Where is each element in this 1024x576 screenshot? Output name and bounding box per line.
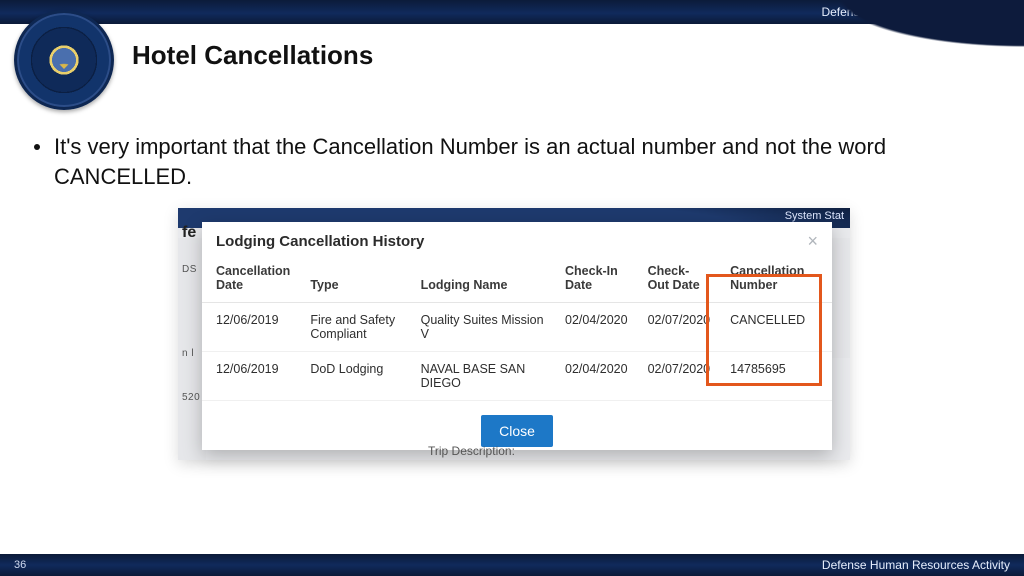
cancellation-table: Cancellation Date Type Lodging Name Chec…	[202, 258, 832, 401]
footer-bar: 36 Defense Human Resources Activity	[0, 554, 1024, 576]
cancellation-history-modal: Lodging Cancellation History × Cancellat…	[202, 222, 832, 450]
embedded-screenshot: fe System Stat DS n l 520 Lodging Cancel…	[178, 208, 850, 460]
footer-activity: Defense Human Resources Activity	[822, 558, 1010, 572]
screenshot-right-stub	[832, 238, 850, 358]
screenshot-frag-c: 520	[182, 392, 200, 403]
modal-title: Lodging Cancellation History	[216, 233, 424, 250]
col-lodging-name: Lodging Name	[411, 258, 555, 303]
bullet-list: It's very important that the Cancellatio…	[34, 132, 980, 191]
table-row: 12/06/2019 Fire and Safety Compliant Qua…	[202, 303, 832, 352]
cell-cancel-no: CANCELLED	[720, 303, 832, 352]
screenshot-frag-a: DS	[182, 264, 197, 275]
trip-description-label: Trip Description:	[428, 444, 515, 458]
modal-footer: Close	[202, 401, 832, 463]
cell-cancel-no: 14785695	[720, 352, 832, 401]
footer-swoop	[0, 518, 1024, 558]
col-type: Type	[300, 258, 410, 303]
header-bar: Defense Travel Management Office	[0, 0, 1024, 24]
cell-lodging-name: Quality Suites Mission V	[411, 303, 555, 352]
dtmo-seal-icon	[14, 10, 114, 110]
col-checkin: Check-In Date	[555, 258, 638, 303]
screenshot-frag-b: n l	[182, 348, 194, 359]
cell-checkout: 02/07/2020	[638, 352, 721, 401]
col-checkout: Check-Out Date	[638, 258, 721, 303]
col-cancel-no: Cancellation Number	[720, 258, 832, 303]
col-cancel-date: Cancellation Date	[202, 258, 300, 303]
bullet-dot-icon	[34, 144, 40, 150]
close-icon[interactable]: ×	[807, 232, 818, 250]
header-org: Defense Travel Management Office	[821, 5, 1010, 19]
page-title: Hotel Cancellations	[132, 40, 373, 71]
screenshot-system-status: System Stat	[785, 210, 844, 222]
bullet-text: It's very important that the Cancellatio…	[54, 132, 980, 191]
cell-checkin: 02/04/2020	[555, 352, 638, 401]
cell-checkin: 02/04/2020	[555, 303, 638, 352]
table-header-row: Cancellation Date Type Lodging Name Chec…	[202, 258, 832, 303]
cell-cancel-date: 12/06/2019	[202, 352, 300, 401]
modal-header: Lodging Cancellation History ×	[202, 222, 832, 258]
cell-checkout: 02/07/2020	[638, 303, 721, 352]
page-number: 36	[14, 559, 26, 571]
seal-wings-icon	[29, 42, 99, 78]
table-row: 12/06/2019 DoD Lodging NAVAL BASE SAN DI…	[202, 352, 832, 401]
bullet-item: It's very important that the Cancellatio…	[34, 132, 980, 191]
cell-cancel-date: 12/06/2019	[202, 303, 300, 352]
cell-lodging-name: NAVAL BASE SAN DIEGO	[411, 352, 555, 401]
cell-type: Fire and Safety Compliant	[300, 303, 410, 352]
close-button[interactable]: Close	[481, 415, 553, 447]
cell-type: DoD Lodging	[300, 352, 410, 401]
